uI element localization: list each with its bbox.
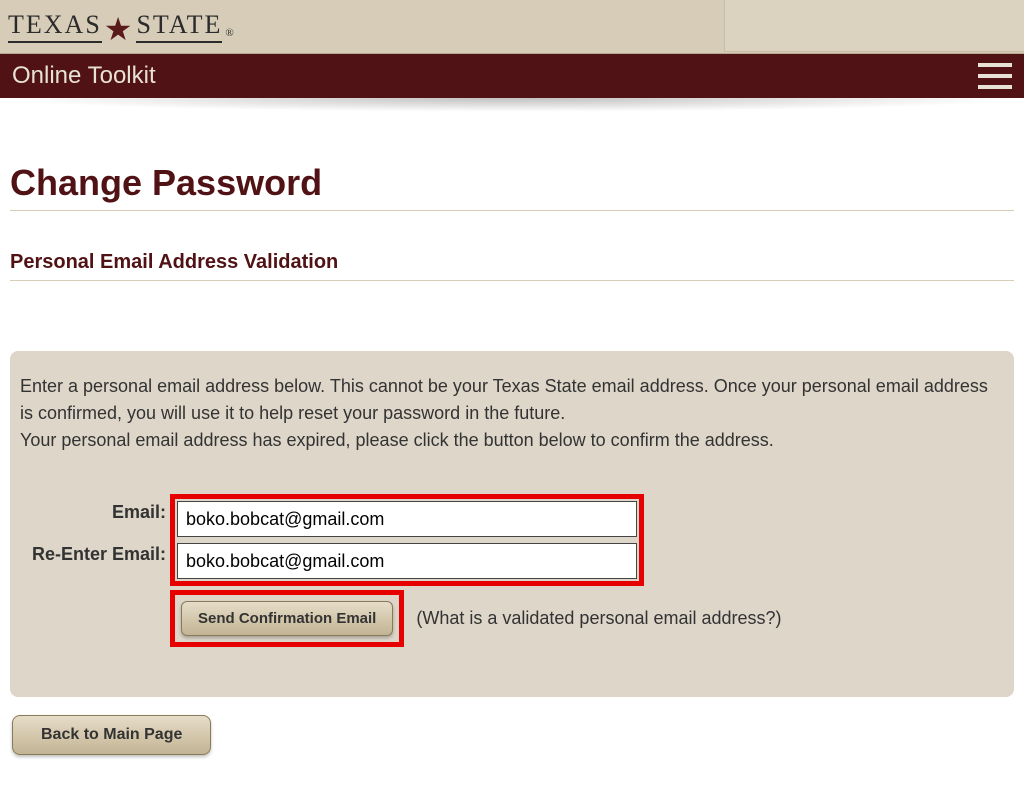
app-title: Online Toolkit xyxy=(12,62,156,90)
app-bar: Online Toolkit xyxy=(0,54,1024,98)
email-label: Email: xyxy=(20,494,170,530)
hamburger-menu-icon[interactable] xyxy=(978,63,1012,89)
top-banner: TEXAS ★ STATE ® xyxy=(0,0,1024,54)
email-form: Email: Re-Enter Email: Send Confirmation… xyxy=(20,494,782,647)
site-logo[interactable]: TEXAS ★ STATE ® xyxy=(8,10,236,43)
top-right-panel xyxy=(724,0,1024,52)
reenter-email-label: Re-Enter Email: xyxy=(20,536,170,572)
highlight-box-inputs xyxy=(170,494,644,586)
shadow-divider xyxy=(0,98,1024,112)
instruction-line-1: Enter a personal email address below. Th… xyxy=(20,376,988,423)
help-link[interactable]: (What is a validated personal email addr… xyxy=(416,608,781,629)
button-row: Send Confirmation Email (What is a valid… xyxy=(20,590,782,647)
send-confirmation-button[interactable]: Send Confirmation Email xyxy=(181,601,393,636)
reenter-email-field[interactable] xyxy=(177,543,637,579)
registered-mark: ® xyxy=(225,27,235,39)
back-to-main-button[interactable]: Back to Main Page xyxy=(12,715,211,755)
email-validation-panel: Enter a personal email address below. Th… xyxy=(10,351,1014,697)
instruction-line-2: Your personal email address has expired,… xyxy=(20,430,774,450)
highlight-box-button: Send Confirmation Email xyxy=(170,590,404,647)
panel-instructions: Enter a personal email address below. Th… xyxy=(20,373,1004,454)
email-field[interactable] xyxy=(177,501,637,537)
section-title: Personal Email Address Validation xyxy=(10,251,1014,281)
main-content: Change Password Personal Email Address V… xyxy=(0,112,1024,765)
logo-text-right: STATE xyxy=(136,10,222,43)
logo-text-left: TEXAS xyxy=(8,10,102,43)
page-title: Change Password xyxy=(10,162,1014,211)
